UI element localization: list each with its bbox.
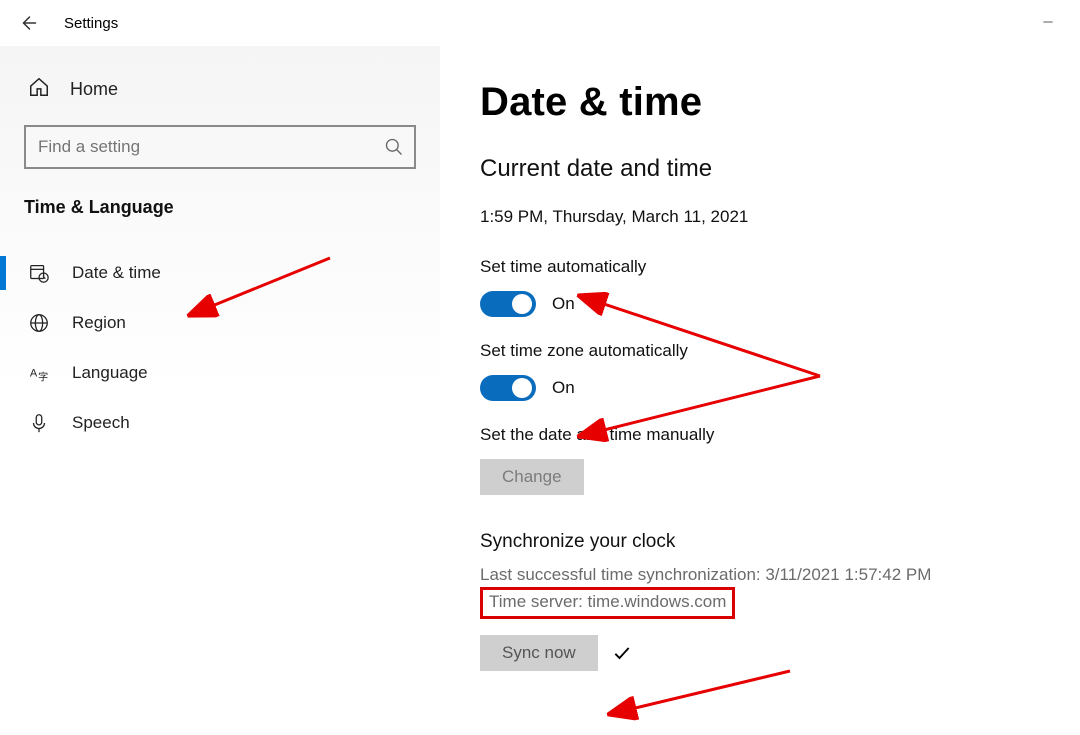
arrow-left-icon: [19, 14, 37, 32]
settings-window: Settings Home Time & Language: [0, 0, 1080, 735]
home-icon: [28, 76, 50, 103]
minimize-button[interactable]: [1036, 10, 1060, 34]
nav-item-speech[interactable]: Speech: [24, 398, 416, 448]
change-button[interactable]: Change: [480, 459, 584, 495]
nav-list: Date & time Region A字 Language: [24, 248, 416, 448]
nav-item-label: Date & time: [72, 263, 161, 283]
nav-item-label: Language: [72, 363, 148, 383]
language-icon: A字: [28, 362, 50, 384]
search-input[interactable]: [38, 137, 374, 157]
sync-server: Time server: time.windows.com: [489, 592, 726, 612]
svg-text:A: A: [30, 368, 38, 380]
section-current-dt: Current date and time: [480, 155, 1046, 183]
nav-item-region[interactable]: Region: [24, 298, 416, 348]
current-datetime-value: 1:59 PM, Thursday, March 11, 2021: [480, 207, 1046, 227]
titlebar: Settings: [0, 0, 1080, 46]
window-title: Settings: [64, 15, 118, 32]
sidebar: Home Time & Language Date & time: [0, 46, 440, 735]
toggle-state-set-time-auto: On: [552, 294, 575, 314]
check-icon: [612, 643, 632, 663]
toggle-set-time-auto[interactable]: [480, 291, 536, 317]
page-title: Date & time: [480, 80, 1046, 125]
microphone-icon: [28, 412, 50, 434]
nav-item-label: Speech: [72, 413, 130, 433]
globe-icon: [28, 312, 50, 334]
sync-server-highlight: Time server: time.windows.com: [480, 587, 735, 619]
nav-item-label: Region: [72, 313, 126, 333]
label-set-tz-auto: Set time zone automatically: [480, 341, 1046, 361]
sync-section-title: Synchronize your clock: [480, 531, 1046, 553]
sync-last-success: Last successful time synchronization: 3/…: [480, 565, 1046, 585]
toggle-state-set-tz-auto: On: [552, 378, 575, 398]
svg-text:字: 字: [38, 370, 48, 383]
nav-item-language[interactable]: A字 Language: [24, 348, 416, 398]
toggle-set-tz-auto[interactable]: [480, 375, 536, 401]
back-button[interactable]: [8, 0, 48, 46]
calendar-clock-icon: [28, 262, 50, 284]
main-pane: Date & time Current date and time 1:59 P…: [440, 46, 1080, 735]
arrow-annotation-icon: [600, 666, 800, 726]
sync-now-button[interactable]: Sync now: [480, 635, 598, 671]
label-set-manual: Set the date and time manually: [480, 425, 1046, 445]
home-nav[interactable]: Home: [24, 70, 416, 125]
home-label: Home: [70, 79, 118, 100]
category-heading: Time & Language: [24, 197, 416, 218]
search-field[interactable]: [24, 125, 416, 169]
search-icon: [384, 137, 404, 157]
minimize-icon: [1041, 15, 1055, 29]
label-set-time-auto: Set time automatically: [480, 257, 1046, 277]
nav-item-date-time[interactable]: Date & time: [24, 248, 416, 298]
